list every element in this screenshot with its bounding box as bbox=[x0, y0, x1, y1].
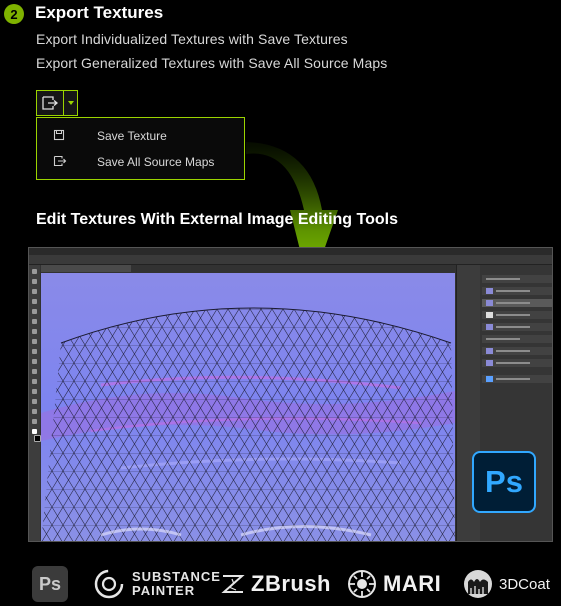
zbrush-label: ZBrush bbox=[251, 571, 331, 596]
mari-logo: MARI bbox=[346, 564, 441, 604]
export-icon bbox=[53, 155, 67, 167]
photoshop-logo: Ps bbox=[472, 451, 536, 513]
substance-line-1: SUBSTANCE bbox=[132, 569, 221, 584]
save-icon bbox=[53, 129, 65, 141]
options-bar bbox=[29, 255, 552, 265]
3dcoat-logo: 3DCoat bbox=[462, 564, 550, 604]
substance-painter-logo: SUBSTANCE PAINTER bbox=[92, 564, 221, 604]
mari-icon bbox=[348, 570, 376, 598]
3dcoat-icon bbox=[464, 570, 492, 598]
export-icon bbox=[42, 96, 59, 110]
menu-bar bbox=[29, 248, 552, 255]
3dcoat-label: 3DCoat bbox=[499, 575, 550, 593]
normal-map-canvas bbox=[41, 273, 455, 541]
zbrush-logo: ZBrush bbox=[220, 564, 331, 604]
export-button[interactable] bbox=[36, 90, 64, 116]
menu-item-save-texture[interactable]: Save Texture bbox=[37, 123, 244, 149]
substance-icon bbox=[94, 569, 124, 599]
menu-item-label: Save All Source Maps bbox=[97, 155, 215, 169]
step-number-badge: 2 bbox=[4, 4, 24, 24]
mari-label: MARI bbox=[383, 571, 442, 596]
export-dropdown-toggle[interactable] bbox=[64, 90, 78, 116]
description-line-2: Export Generalized Textures with Save Al… bbox=[36, 55, 388, 71]
export-menu: Save Texture Save All Source Maps bbox=[36, 117, 245, 180]
menu-item-label: Save Texture bbox=[97, 129, 167, 143]
caret-down-icon bbox=[67, 101, 74, 105]
document-tab bbox=[41, 265, 131, 272]
substance-line-2: PAINTER bbox=[132, 583, 196, 598]
zbrush-icon bbox=[221, 575, 245, 593]
tool-panel bbox=[29, 265, 41, 541]
subtitle: Edit Textures With External Image Editin… bbox=[36, 211, 398, 228]
section-title: Export Textures bbox=[35, 3, 164, 22]
description-line-1: Export Individualized Textures with Save… bbox=[36, 31, 348, 47]
menu-item-save-all-source-maps[interactable]: Save All Source Maps bbox=[37, 149, 244, 175]
photoshop-logo-small: Ps bbox=[32, 566, 68, 602]
